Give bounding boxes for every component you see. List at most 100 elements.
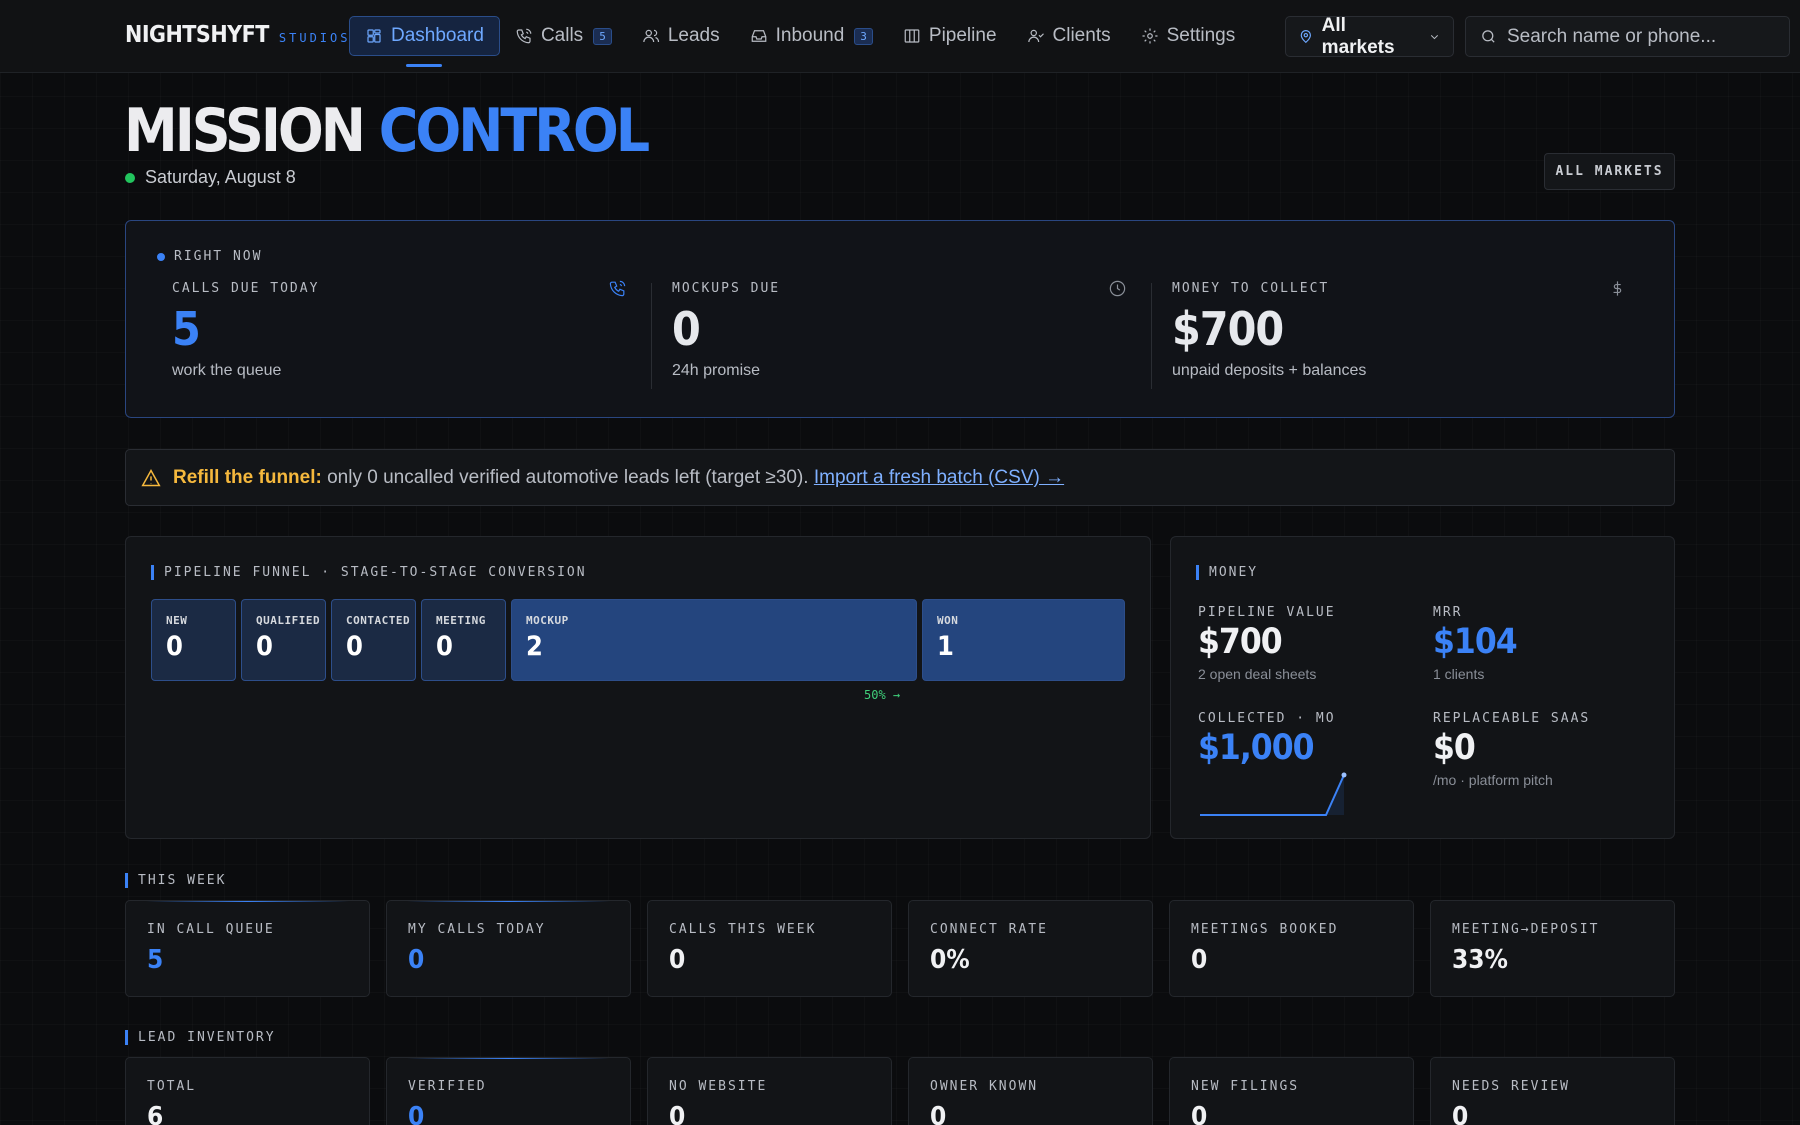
right-now-panel: RIGHT NOW CALLS DUE TODAY 5 work the que…: [125, 220, 1675, 418]
stat-value: 0: [1191, 1102, 1208, 1125]
search-icon: [1482, 30, 1495, 43]
market-select-value: All markets: [1321, 14, 1395, 58]
mrr: MRR $104 1 clients: [1433, 605, 1518, 682]
refill-funnel-alert: Refill the funnel: only 0 uncalled verif…: [125, 449, 1675, 506]
stage-value: 0: [166, 631, 183, 662]
stat-value: 0: [1191, 945, 1208, 975]
money-title: MONEY: [1196, 565, 1258, 580]
stage-value: 2: [526, 631, 543, 662]
nav-item-inbound[interactable]: Inbound 3: [735, 16, 888, 56]
funnel-stage-contacted[interactable]: CONTACTED 0: [331, 599, 416, 681]
stage-label: NEW: [166, 614, 188, 627]
stat-value: 0: [669, 945, 686, 975]
stat-value: 33%: [1452, 945, 1508, 975]
alert-text: only 0 uncalled verified automotive lead…: [327, 466, 809, 488]
phone-icon: [608, 279, 627, 303]
pipeline-value: PIPELINE VALUE $700 2 open deal sheets: [1198, 605, 1336, 682]
stat-label: OWNER KNOWN: [930, 1079, 1039, 1094]
stage-value: 0: [256, 631, 273, 662]
money-to-collect[interactable]: MONEY TO COLLECT $700 unpaid deposits + …: [1172, 281, 1627, 391]
nav-item-settings[interactable]: Settings: [1126, 16, 1251, 56]
stat-label: NEW FILINGS: [1191, 1079, 1300, 1094]
money-collect-value: $700: [1172, 302, 1284, 356]
page-title: MISSION CONTROL: [124, 96, 650, 166]
divider: [1151, 283, 1152, 389]
stat-value: 0: [408, 1102, 425, 1125]
stat-card-total[interactable]: TOTAL 6: [125, 1057, 370, 1125]
stat-card-in-call-queue[interactable]: IN CALL QUEUE 5: [125, 900, 370, 997]
funnel-stage-won[interactable]: WON 1: [922, 599, 1125, 681]
nav-item-label: Clients: [1052, 25, 1111, 46]
funnel-stage-meeting[interactable]: MEETING 0: [421, 599, 506, 681]
nav-item-dashboard[interactable]: Dashboard: [349, 16, 500, 67]
funnel-stage-qualified[interactable]: QUALIFIED 0: [241, 599, 326, 681]
inbox-icon: [751, 30, 766, 42]
nav-item-label: Inbound: [775, 25, 845, 46]
stat-value: 0: [930, 1102, 947, 1125]
nav-item-label: Settings: [1166, 25, 1236, 46]
status-dot: [125, 172, 135, 183]
dollar-icon: [1608, 279, 1627, 303]
brand-name: NIGHTSHYFT: [125, 22, 269, 48]
divider: [651, 283, 652, 389]
stage-label: QUALIFIED: [256, 614, 321, 627]
stat-card-connect-rate[interactable]: CONNECT RATE 0%: [908, 900, 1153, 997]
collected-month: COLLECTED · MO $1,000: [1198, 711, 1336, 768]
stat-card-needs-review[interactable]: NEEDS REVIEW 0: [1430, 1057, 1675, 1125]
stat-label: MEETINGS BOOKED: [1191, 922, 1339, 937]
chevron-down-icon: [1430, 34, 1439, 39]
stat-card-new-filings[interactable]: NEW FILINGS 0: [1169, 1057, 1414, 1125]
page-title-accent: CONTROL: [378, 96, 650, 166]
stage-value: 0: [346, 631, 363, 662]
stage-label: MOCKUP: [526, 614, 569, 627]
stat-card-owner-known[interactable]: OWNER KNOWN 0: [908, 1057, 1153, 1125]
stat-label: TOTAL: [147, 1079, 197, 1094]
live-dot: [157, 252, 165, 261]
users-icon: [643, 29, 659, 43]
brand-sub: STUDIOS: [278, 31, 351, 45]
funnel-stage-mockup[interactable]: MOCKUP 2: [511, 599, 917, 681]
nav-item-pipeline[interactable]: Pipeline: [888, 16, 1012, 56]
page-title-main: MISSION: [124, 96, 366, 166]
mockups-due[interactable]: MOCKUPS DUE 0 24h promise: [672, 280, 1127, 391]
calls-due-sub: work the queue: [172, 362, 282, 379]
stage-value: 1: [937, 631, 954, 662]
map-pin-icon: [1300, 30, 1311, 44]
pipeline-funnel-panel: PIPELINE FUNNEL · STAGE-TO-STAGE CONVERS…: [125, 536, 1151, 839]
calls-due-today[interactable]: CALLS DUE TODAY 5 work the queue: [172, 279, 627, 391]
stat-card-my-calls-today[interactable]: MY CALLS TODAY 0: [386, 900, 631, 997]
stage-label: MEETING: [436, 614, 486, 627]
brand-logo[interactable]: NIGHTSHYFT STUDIOS: [125, 22, 350, 48]
phone-icon: [516, 28, 532, 44]
import-csv-link[interactable]: Import a fresh batch (CSV) →: [814, 467, 1064, 488]
nav-item-label: Dashboard: [391, 25, 484, 46]
search-box: [1465, 16, 1790, 57]
money-collect-label: MONEY TO COLLECT: [1172, 281, 1330, 296]
calls-due-value: 5: [172, 302, 201, 356]
calls-due-label: CALLS DUE TODAY: [172, 281, 320, 296]
nav-item-calls[interactable]: Calls 5: [500, 16, 627, 56]
nav-item-clients[interactable]: Clients: [1012, 16, 1126, 56]
stat-label: VERIFIED: [408, 1079, 487, 1094]
stage-label: WON: [937, 614, 959, 627]
search-input[interactable]: [1507, 25, 1767, 48]
mockups-due-sub: 24h promise: [672, 362, 761, 379]
stat-card-no-website[interactable]: NO WEBSITE 0: [647, 1057, 892, 1125]
sparkline-point: [1341, 772, 1347, 778]
stat-card-meetings-booked[interactable]: MEETINGS BOOKED 0: [1169, 900, 1414, 997]
funnel-stage-new[interactable]: NEW 0: [151, 599, 236, 681]
stage-label: CONTACTED: [346, 614, 411, 627]
stat-card-verified[interactable]: VERIFIED 0: [386, 1057, 631, 1125]
stat-value: 5: [147, 945, 164, 975]
nav-item-label: Calls: [540, 25, 584, 46]
stat-label: NO WEBSITE: [669, 1079, 768, 1094]
all-markets-button[interactable]: ALL MARKETS: [1544, 153, 1675, 190]
stat-card-meeting-deposit[interactable]: MEETING→DEPOSIT 33%: [1430, 900, 1675, 997]
stat-label: MEETING→DEPOSIT: [1452, 922, 1600, 937]
nav-item-leads[interactable]: Leads: [627, 16, 735, 56]
top-nav: NIGHTSHYFT STUDIOS Dashboard Calls 5 Leads I…: [0, 0, 1800, 73]
gear-icon: [1142, 28, 1158, 44]
stage-value: 0: [436, 631, 453, 662]
market-select[interactable]: All markets: [1285, 14, 1454, 58]
stat-card-calls-this-week[interactable]: CALLS THIS WEEK 0: [647, 900, 892, 997]
